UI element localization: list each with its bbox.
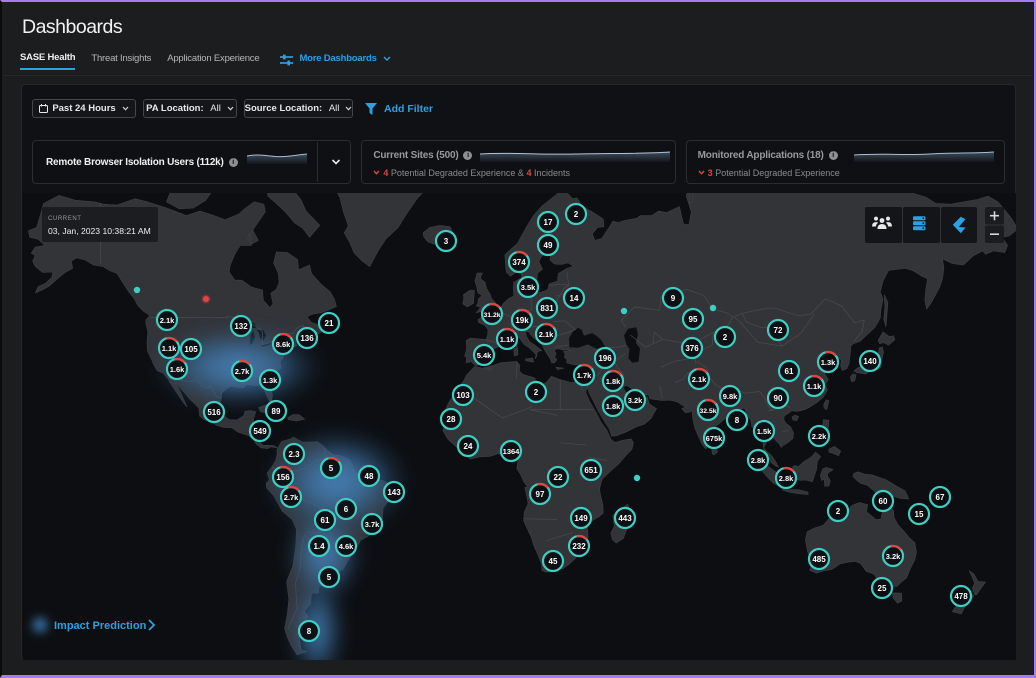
svg-text:2.1k: 2.1k — [539, 330, 554, 339]
svg-text:2: 2 — [836, 507, 841, 516]
svg-text:2: 2 — [723, 333, 728, 342]
svg-text:60: 60 — [879, 497, 888, 506]
svg-text:675k: 675k — [706, 434, 724, 443]
svg-text:49: 49 — [544, 241, 553, 250]
svg-text:4.6k: 4.6k — [339, 542, 354, 551]
svg-text:831: 831 — [540, 304, 554, 313]
svg-text:143: 143 — [387, 488, 401, 497]
svg-text:1.4: 1.4 — [313, 542, 325, 551]
svg-text:2.1k: 2.1k — [692, 375, 707, 384]
svg-text:1.1k: 1.1k — [500, 335, 515, 344]
svg-text:89: 89 — [272, 407, 281, 416]
svg-text:Impact Prediction: Impact Prediction — [54, 620, 147, 632]
svg-text:14: 14 — [570, 294, 579, 303]
svg-text:97: 97 — [536, 490, 545, 499]
svg-text:132: 132 — [234, 322, 248, 331]
svg-text:25: 25 — [878, 584, 887, 593]
svg-text:9.8k: 9.8k — [723, 392, 738, 401]
svg-text:9: 9 — [671, 294, 676, 303]
svg-text:1.8k: 1.8k — [606, 377, 621, 386]
svg-text:2.8k: 2.8k — [779, 474, 794, 483]
svg-text:31.2k: 31.2k — [483, 312, 500, 319]
svg-text:3.2k: 3.2k — [628, 396, 643, 405]
svg-text:232: 232 — [572, 542, 586, 551]
svg-text:1.3k: 1.3k — [263, 376, 278, 385]
svg-text:67: 67 — [936, 493, 945, 502]
svg-text:61: 61 — [321, 516, 330, 525]
svg-text:2.1k: 2.1k — [160, 316, 175, 325]
svg-text:8: 8 — [307, 627, 312, 636]
svg-text:90: 90 — [774, 394, 783, 403]
svg-text:2.3: 2.3 — [288, 450, 300, 459]
svg-text:2.2k: 2.2k — [812, 432, 827, 441]
svg-text:1.3k: 1.3k — [821, 358, 836, 367]
svg-text:5: 5 — [327, 573, 332, 582]
svg-text:1.8k: 1.8k — [606, 402, 621, 411]
svg-text:1.5k: 1.5k — [757, 427, 772, 436]
svg-text:8.6k: 8.6k — [276, 340, 291, 349]
svg-text:72: 72 — [774, 326, 783, 335]
svg-text:2: 2 — [534, 388, 539, 397]
svg-text:21: 21 — [325, 319, 334, 328]
svg-text:2.8k: 2.8k — [751, 456, 766, 465]
svg-text:3.2k: 3.2k — [886, 552, 901, 561]
svg-text:2.7k: 2.7k — [235, 367, 250, 376]
svg-text:156: 156 — [276, 473, 290, 482]
svg-text:45: 45 — [549, 557, 558, 566]
svg-text:24: 24 — [464, 442, 473, 451]
svg-text:374: 374 — [512, 258, 526, 267]
svg-text:105: 105 — [184, 345, 198, 354]
svg-text:3.5k: 3.5k — [521, 283, 536, 292]
svg-text:1364: 1364 — [503, 447, 521, 456]
svg-text:17: 17 — [544, 218, 553, 227]
svg-text:1.6k: 1.6k — [170, 365, 185, 374]
svg-text:196: 196 — [598, 354, 612, 363]
svg-text:2.7k: 2.7k — [284, 493, 299, 502]
svg-text:5: 5 — [329, 464, 334, 473]
svg-text:3.7k: 3.7k — [365, 520, 380, 529]
svg-text:651: 651 — [584, 466, 598, 475]
svg-text:140: 140 — [863, 357, 877, 366]
svg-text:1.1k: 1.1k — [162, 344, 177, 353]
svg-text:103: 103 — [456, 391, 470, 400]
svg-text:1.1k: 1.1k — [807, 382, 822, 391]
svg-text:2: 2 — [574, 210, 579, 219]
svg-text:48: 48 — [365, 472, 374, 481]
svg-text:6: 6 — [344, 505, 349, 514]
svg-text:549: 549 — [253, 427, 267, 436]
svg-text:478: 478 — [954, 592, 968, 601]
svg-text:516: 516 — [207, 408, 221, 417]
svg-text:61: 61 — [785, 367, 794, 376]
svg-text:03, Jan, 2023 10:38:21 AM: 03, Jan, 2023 10:38:21 AM — [48, 226, 151, 236]
svg-text:136: 136 — [300, 334, 314, 343]
svg-text:8: 8 — [735, 416, 740, 425]
svg-text:32.5k: 32.5k — [699, 408, 716, 415]
svg-text:376: 376 — [685, 344, 699, 353]
svg-text:5.4k: 5.4k — [477, 351, 492, 360]
svg-text:1.7k: 1.7k — [577, 371, 592, 380]
svg-text:443: 443 — [618, 514, 632, 523]
svg-text:19k: 19k — [515, 316, 529, 325]
svg-text:149: 149 — [574, 514, 588, 523]
svg-text:28: 28 — [447, 415, 456, 424]
svg-text:15: 15 — [915, 510, 924, 519]
svg-text:22: 22 — [554, 473, 563, 482]
svg-text:3: 3 — [444, 237, 449, 246]
svg-text:485: 485 — [812, 555, 826, 564]
svg-text:CURRENT: CURRENT — [48, 216, 82, 222]
svg-text:95: 95 — [689, 315, 698, 324]
